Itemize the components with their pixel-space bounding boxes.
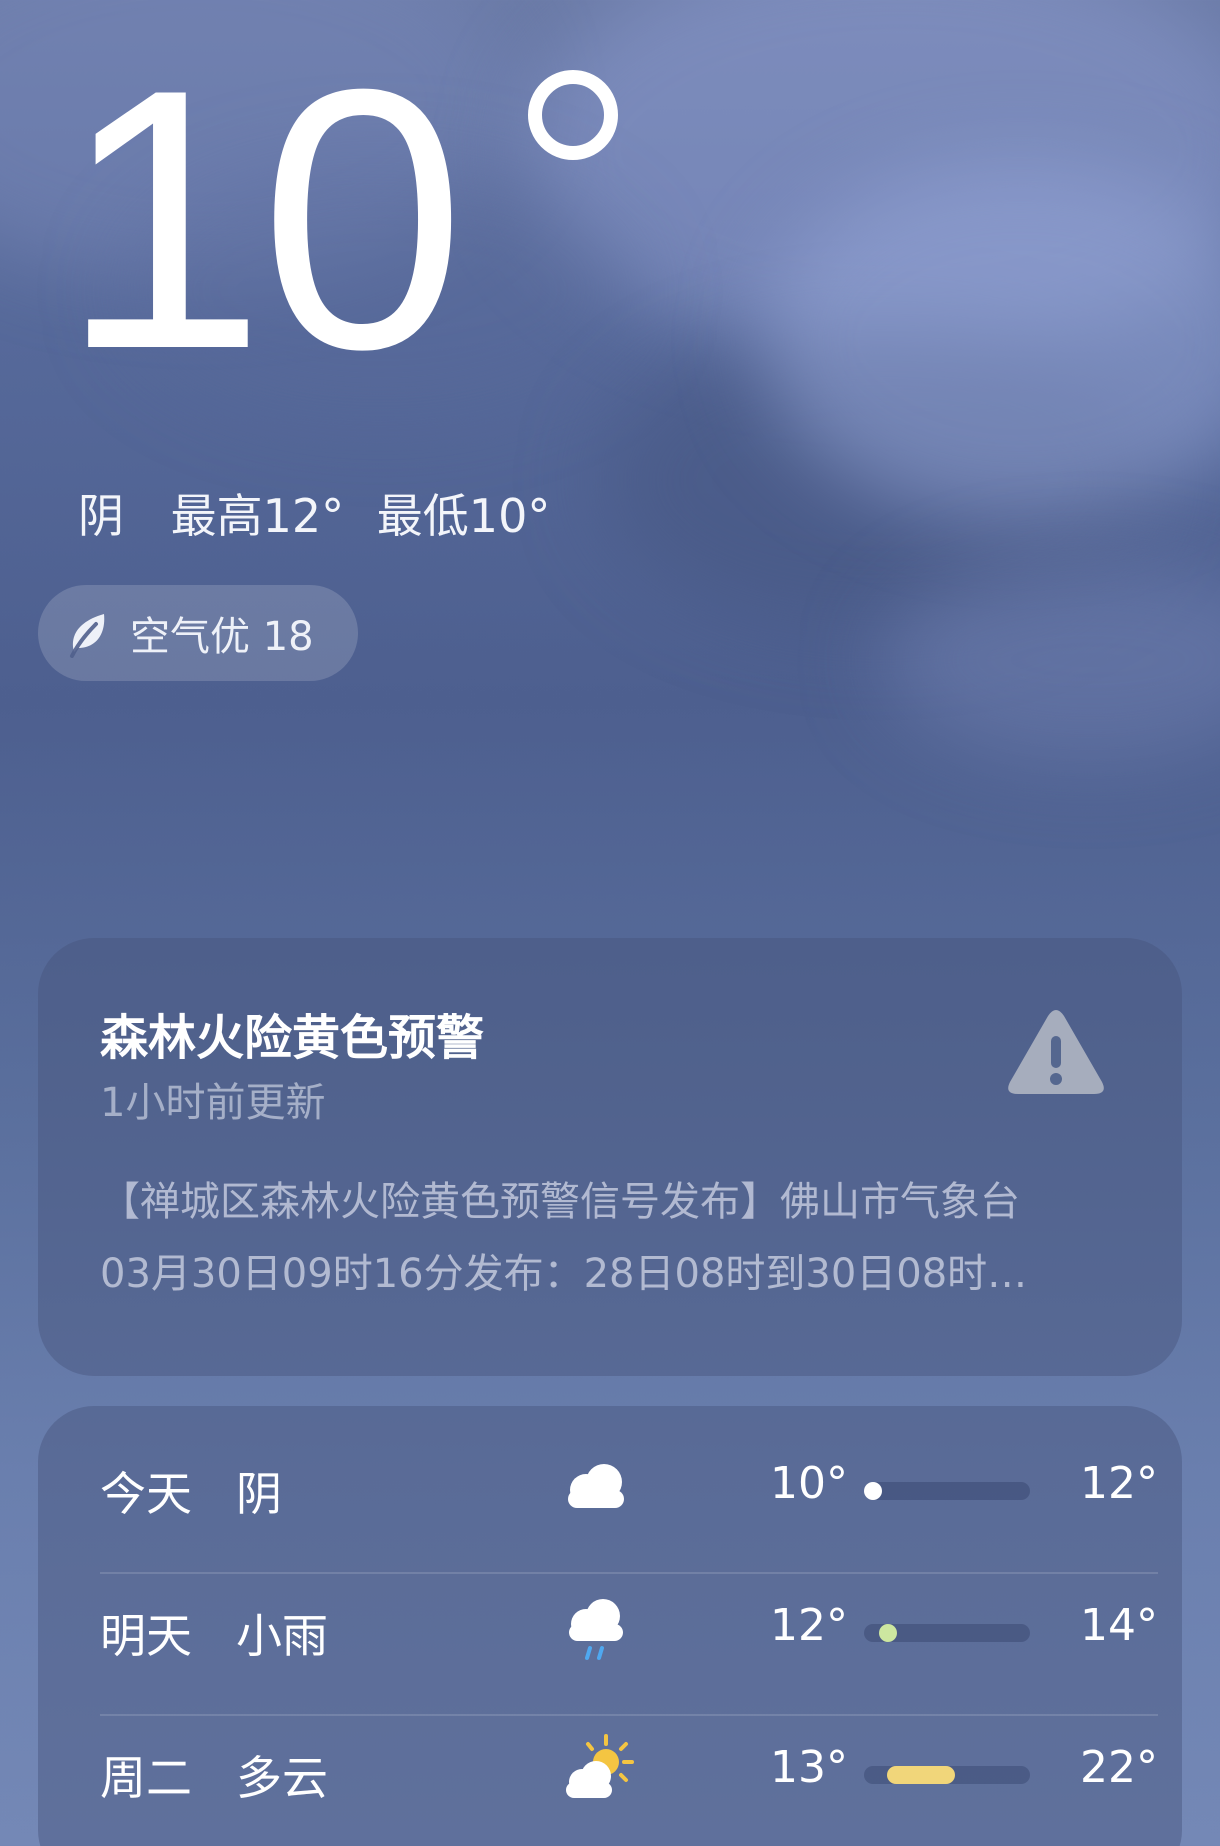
air-quality-badge[interactable]: 空气优 18 [38,585,358,681]
temperature-range-bar [864,1766,1030,1784]
alert-title: 森林火险黄色预警 [100,1010,485,1066]
current-condition: 阴 [78,489,124,543]
air-quality-label: 空气优 18 [130,614,314,660]
forecast-day: 今天 [100,1467,192,1521]
forecast-day: 明天 [100,1609,192,1663]
alert-description: 【禅城区森林火险黄色预警信号发布】佛山市气象台 03月30日09时16分发布：2… [100,1166,1140,1310]
temperature-range-fill [864,1482,882,1500]
forecast-row-tomorrow[interactable]: 明天 小雨 12° 14° [100,1558,1158,1700]
high-temperature: 最高12° [170,489,345,543]
temperature-range-bar [864,1624,1030,1642]
daily-forecast-card: 今天 阴 10° 12° 明天 小雨 12° 14° 周二 多云 13° 22° [38,1406,1182,1846]
forecast-row-tuesday[interactable]: 周二 多云 13° 22° [100,1700,1158,1842]
forecast-row-today[interactable]: 今天 阴 10° 12° [100,1416,1158,1558]
forecast-high: 12° [1080,1458,1158,1509]
alert-updated-time: 1小时前更新 [100,1080,326,1126]
partly-cloudy-icon [566,1734,634,1798]
light-rain-icon [569,1599,623,1660]
forecast-high: 22° [1080,1742,1158,1793]
alert-description-line: 03月30日09时16分发布：28日08时到30日08时… [100,1251,1028,1297]
warning-icon [1008,1010,1104,1094]
cloudy-icon [568,1464,624,1508]
temperature-range-fill [886,1766,955,1784]
current-temperature: 10 [60,13,466,426]
forecast-condition: 小雨 [236,1609,328,1663]
temperature-range-fill [879,1624,898,1642]
weather-alert-card[interactable]: 森林火险黄色预警 1小时前更新 【禅城区森林火险黄色预警信号发布】佛山市气象台 … [38,938,1182,1376]
temperature-range-bar [864,1482,1030,1500]
degree-symbol [528,70,618,160]
weather-summary: 阴 最高12° 最低10° [78,480,550,546]
forecast-high: 14° [1080,1600,1158,1651]
leaf-icon [70,614,105,658]
forecast-condition: 阴 [236,1467,282,1521]
alert-description-line: 【禅城区森林火险黄色预警信号发布】佛山市气象台 [100,1179,1020,1225]
forecast-condition: 多云 [236,1751,328,1805]
low-temperature: 最低10° [376,489,551,543]
forecast-day: 周二 [100,1751,192,1805]
